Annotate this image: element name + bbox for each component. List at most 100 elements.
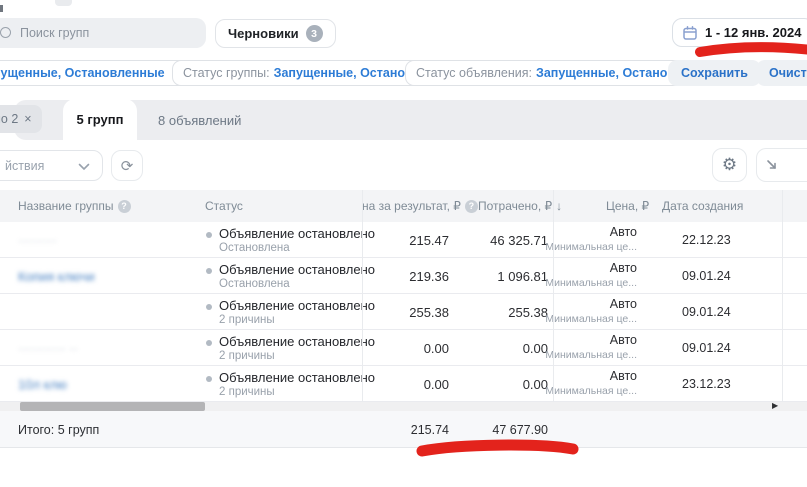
status-text: Объявление остановлено xyxy=(219,226,375,241)
cost-per-result-value: 0.00 xyxy=(362,377,449,392)
spent-value: 1 096.81 xyxy=(448,269,548,284)
status-note: Остановлена xyxy=(219,278,290,290)
scroll-right-arrow-icon[interactable]: ▶ xyxy=(772,401,778,410)
price-value: Авто xyxy=(540,297,637,311)
cutoff-tab-artifact xyxy=(55,0,72,6)
status-text: Объявление остановлено xyxy=(219,298,375,313)
status-text: Объявление остановлено xyxy=(219,370,375,385)
search-placeholder: Поиск групп xyxy=(20,26,89,40)
price-note: Минимальная це... xyxy=(540,385,637,397)
settings-button[interactable]: ⚙ xyxy=(712,148,747,182)
price-value: Авто xyxy=(540,369,637,383)
status-dot-icon xyxy=(206,376,212,382)
cost-per-result-value: 215.47 xyxy=(362,233,449,248)
created-date: 09.01.24 xyxy=(682,305,731,319)
status-text: Объявление остановлено xyxy=(219,262,375,277)
export-button-cut[interactable] xyxy=(756,148,807,182)
cost-per-result-value: 255.38 xyxy=(362,305,449,320)
column-header-price[interactable]: Цена, ₽ xyxy=(606,199,649,213)
status-note: Остановлена xyxy=(219,242,290,254)
table-header-row: Название группы ? Статус на за результат… xyxy=(0,190,807,222)
table-row[interactable]: ········· Объявление остановлено Останов… xyxy=(0,222,807,258)
sort-descending-icon: ↓ xyxy=(556,199,562,213)
red-underline-date xyxy=(700,47,807,52)
selected-count-label: но 2 xyxy=(0,112,18,126)
price-note: Минимальная це... xyxy=(540,349,637,361)
column-header-spent[interactable]: Потрачено, ₽ ↓ xyxy=(478,199,562,213)
spent-value: 0.00 xyxy=(448,377,548,392)
totals-row: Итого: 5 групп 215.74 47 677.90 xyxy=(0,411,807,448)
clear-filters-button[interactable]: Очисти xyxy=(756,60,807,86)
drafts-button[interactable]: Черновики 3 xyxy=(215,19,336,48)
horizontal-scrollbar-thumb[interactable] xyxy=(20,402,205,411)
clear-selection-icon[interactable]: × xyxy=(24,112,31,126)
column-divider xyxy=(553,190,554,402)
save-filters-button[interactable]: Сохранить xyxy=(668,60,761,86)
table-row[interactable]: ··········· ·· Объявление остановлено 2 … xyxy=(0,330,807,366)
status-dot-icon xyxy=(206,304,212,310)
table-right-edge xyxy=(782,190,783,402)
price-note: Минимальная це... xyxy=(540,313,637,325)
filter-chip-value: пущенные, Остановленные xyxy=(0,66,165,80)
gear-icon: ⚙ xyxy=(722,155,737,175)
column-header-status[interactable]: Статус xyxy=(205,199,243,213)
table-row[interactable]: Объявление остановлено 2 причины 255.38 … xyxy=(0,294,807,330)
totals-spent: 47 677.90 xyxy=(448,423,548,437)
help-icon[interactable]: ? xyxy=(465,200,478,213)
status-note: 2 причины xyxy=(219,386,275,398)
calendar-icon xyxy=(682,25,698,41)
group-name-link[interactable]: ··········· ·· xyxy=(18,341,78,356)
actions-dropdown-label: йствия xyxy=(5,159,44,173)
ads-manager-screen: Поиск групп Черновики 3 1 - 12 янв. 2024… xyxy=(0,0,807,487)
drafts-label: Черновики xyxy=(228,26,299,41)
cost-per-result-value: 0.00 xyxy=(362,341,449,356)
drafts-count-badge: 3 xyxy=(306,25,323,42)
help-icon[interactable]: ? xyxy=(118,200,131,213)
status-note: 2 причины xyxy=(219,314,275,326)
tab-groups[interactable]: 5 групп xyxy=(63,99,137,140)
chevron-down-icon xyxy=(78,163,90,171)
filter-chip-label: Статус группы: xyxy=(183,66,270,80)
totals-label: Итого: 5 групп xyxy=(18,423,99,437)
table-row[interactable]: 10л клю Объявление остановлено 2 причины… xyxy=(0,366,807,402)
price-note: Минимальная це... xyxy=(540,241,637,253)
price-value: Авто xyxy=(540,333,637,347)
price-note: Минимальная це... xyxy=(540,277,637,289)
created-date: 23.12.23 xyxy=(682,377,731,391)
spent-value: 255.38 xyxy=(448,305,548,320)
tab-ads[interactable]: 8 объявлений xyxy=(140,100,259,140)
filter-chip-label: Статус объявления: xyxy=(416,66,532,80)
totals-cost-per-result: 215.74 xyxy=(362,423,449,437)
group-name-link[interactable]: 10л клю xyxy=(18,377,67,392)
search-input[interactable]: Поиск групп xyxy=(0,18,206,48)
status-note: 2 причины xyxy=(219,350,275,362)
refresh-icon: ⟳ xyxy=(121,157,134,175)
status-dot-icon xyxy=(206,268,212,274)
created-date: 09.01.24 xyxy=(682,341,731,355)
search-icon xyxy=(0,27,11,38)
selected-count-chip[interactable]: но 2 × xyxy=(0,105,42,133)
status-dot-icon xyxy=(206,232,212,238)
created-date: 09.01.24 xyxy=(682,269,731,283)
status-dot-icon xyxy=(206,340,212,346)
price-value: Авто xyxy=(540,225,637,239)
spent-value: 0.00 xyxy=(448,341,548,356)
spent-value: 46 325.71 xyxy=(448,233,548,248)
export-icon xyxy=(765,158,779,172)
refresh-button[interactable]: ⟳ xyxy=(111,150,143,181)
actions-dropdown[interactable]: йствия xyxy=(0,150,103,181)
created-date: 22.12.23 xyxy=(682,233,731,247)
column-header-cost-per-result[interactable]: на за результат, ₽ ? xyxy=(362,199,478,213)
status-text: Объявление остановлено xyxy=(219,334,375,349)
column-header-created[interactable]: Дата создания xyxy=(662,199,743,213)
column-divider xyxy=(362,190,363,402)
price-value: Авто xyxy=(540,261,637,275)
date-range-picker[interactable]: 1 - 12 янв. 2024 xyxy=(672,18,807,47)
table-row[interactable]: Копия ключи Объявление остановлено Остан… xyxy=(0,258,807,294)
cost-per-result-value: 219.36 xyxy=(362,269,449,284)
group-name-link[interactable]: ········· xyxy=(18,233,57,248)
group-name-link[interactable]: Копия ключи xyxy=(18,269,95,284)
cutoff-artifact xyxy=(0,5,3,12)
column-header-name[interactable]: Название группы ? xyxy=(18,199,131,213)
filter-chip-ad-status-cut: пущенные, Остановленные × xyxy=(0,60,190,86)
